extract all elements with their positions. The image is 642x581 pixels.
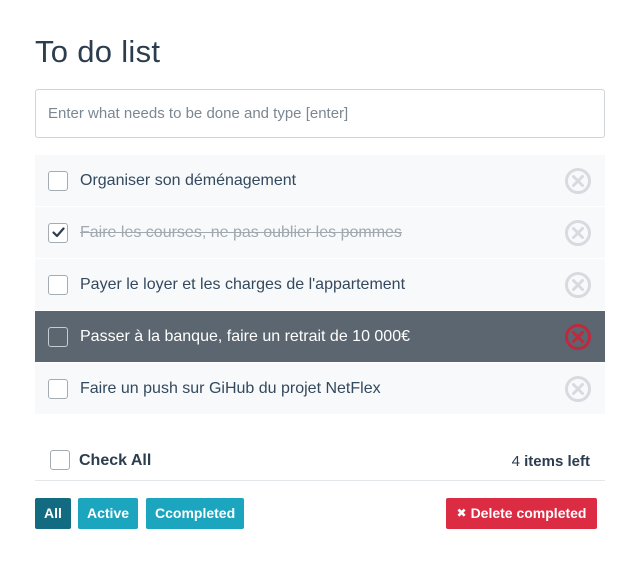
todo-text: Faire les courses, ne pas oublier les po… bbox=[80, 223, 402, 241]
close-icon: ✖ bbox=[456, 506, 467, 520]
delete-completed-button[interactable]: ✖ Delete completed bbox=[446, 498, 597, 529]
check-all-label[interactable]: Check All bbox=[79, 452, 151, 470]
todo-item[interactable]: Passer à la banque, faire un retrait de … bbox=[35, 311, 605, 363]
todo-checkbox[interactable] bbox=[48, 378, 68, 399]
todo-checkbox[interactable] bbox=[48, 222, 68, 243]
todo-checkbox[interactable] bbox=[48, 326, 68, 347]
todo-checkbox[interactable] bbox=[48, 274, 68, 295]
todo-item[interactable]: Faire les courses, ne pas oublier les po… bbox=[35, 207, 605, 259]
filter-active-button[interactable]: Active bbox=[78, 498, 139, 529]
todo-item[interactable]: Organiser son déménagement bbox=[35, 155, 605, 207]
todo-text: Payer le loyer et les charges de l'appar… bbox=[80, 275, 406, 293]
delete-todo-icon[interactable] bbox=[564, 323, 592, 351]
delete-completed-label: Delete completed bbox=[470, 505, 587, 521]
delete-todo-icon[interactable] bbox=[564, 219, 592, 247]
todo-checkbox[interactable] bbox=[48, 170, 68, 191]
todo-text: Faire un push sur GiHub du projet NetFle… bbox=[80, 379, 381, 397]
todo-text: Passer à la banque, faire un retrait de … bbox=[80, 327, 410, 345]
checkmark-icon bbox=[51, 227, 65, 238]
items-left-count: 4 bbox=[511, 453, 520, 470]
todo-item[interactable]: Payer le loyer et les charges de l'appar… bbox=[35, 259, 605, 311]
todo-text: Organiser son déménagement bbox=[80, 171, 297, 189]
delete-todo-icon[interactable] bbox=[564, 271, 592, 299]
filter-all-button[interactable]: All bbox=[35, 498, 71, 529]
items-left-label: items left bbox=[524, 453, 590, 470]
check-all-checkbox[interactable] bbox=[50, 450, 70, 470]
todo-item[interactable]: Faire un push sur GiHub du projet NetFle… bbox=[35, 363, 605, 415]
todo-footer: Check All 4 items left bbox=[35, 433, 605, 481]
page-title: To do list bbox=[35, 34, 161, 69]
filter-completed-button[interactable]: Ccompleted bbox=[146, 498, 245, 529]
todo-list: Organiser son déménagement Faire les cou… bbox=[35, 155, 605, 415]
delete-todo-icon[interactable] bbox=[564, 375, 592, 403]
delete-todo-icon[interactable] bbox=[564, 167, 592, 195]
items-left-counter: 4 items left bbox=[512, 453, 590, 470]
new-todo-input[interactable] bbox=[35, 89, 605, 138]
